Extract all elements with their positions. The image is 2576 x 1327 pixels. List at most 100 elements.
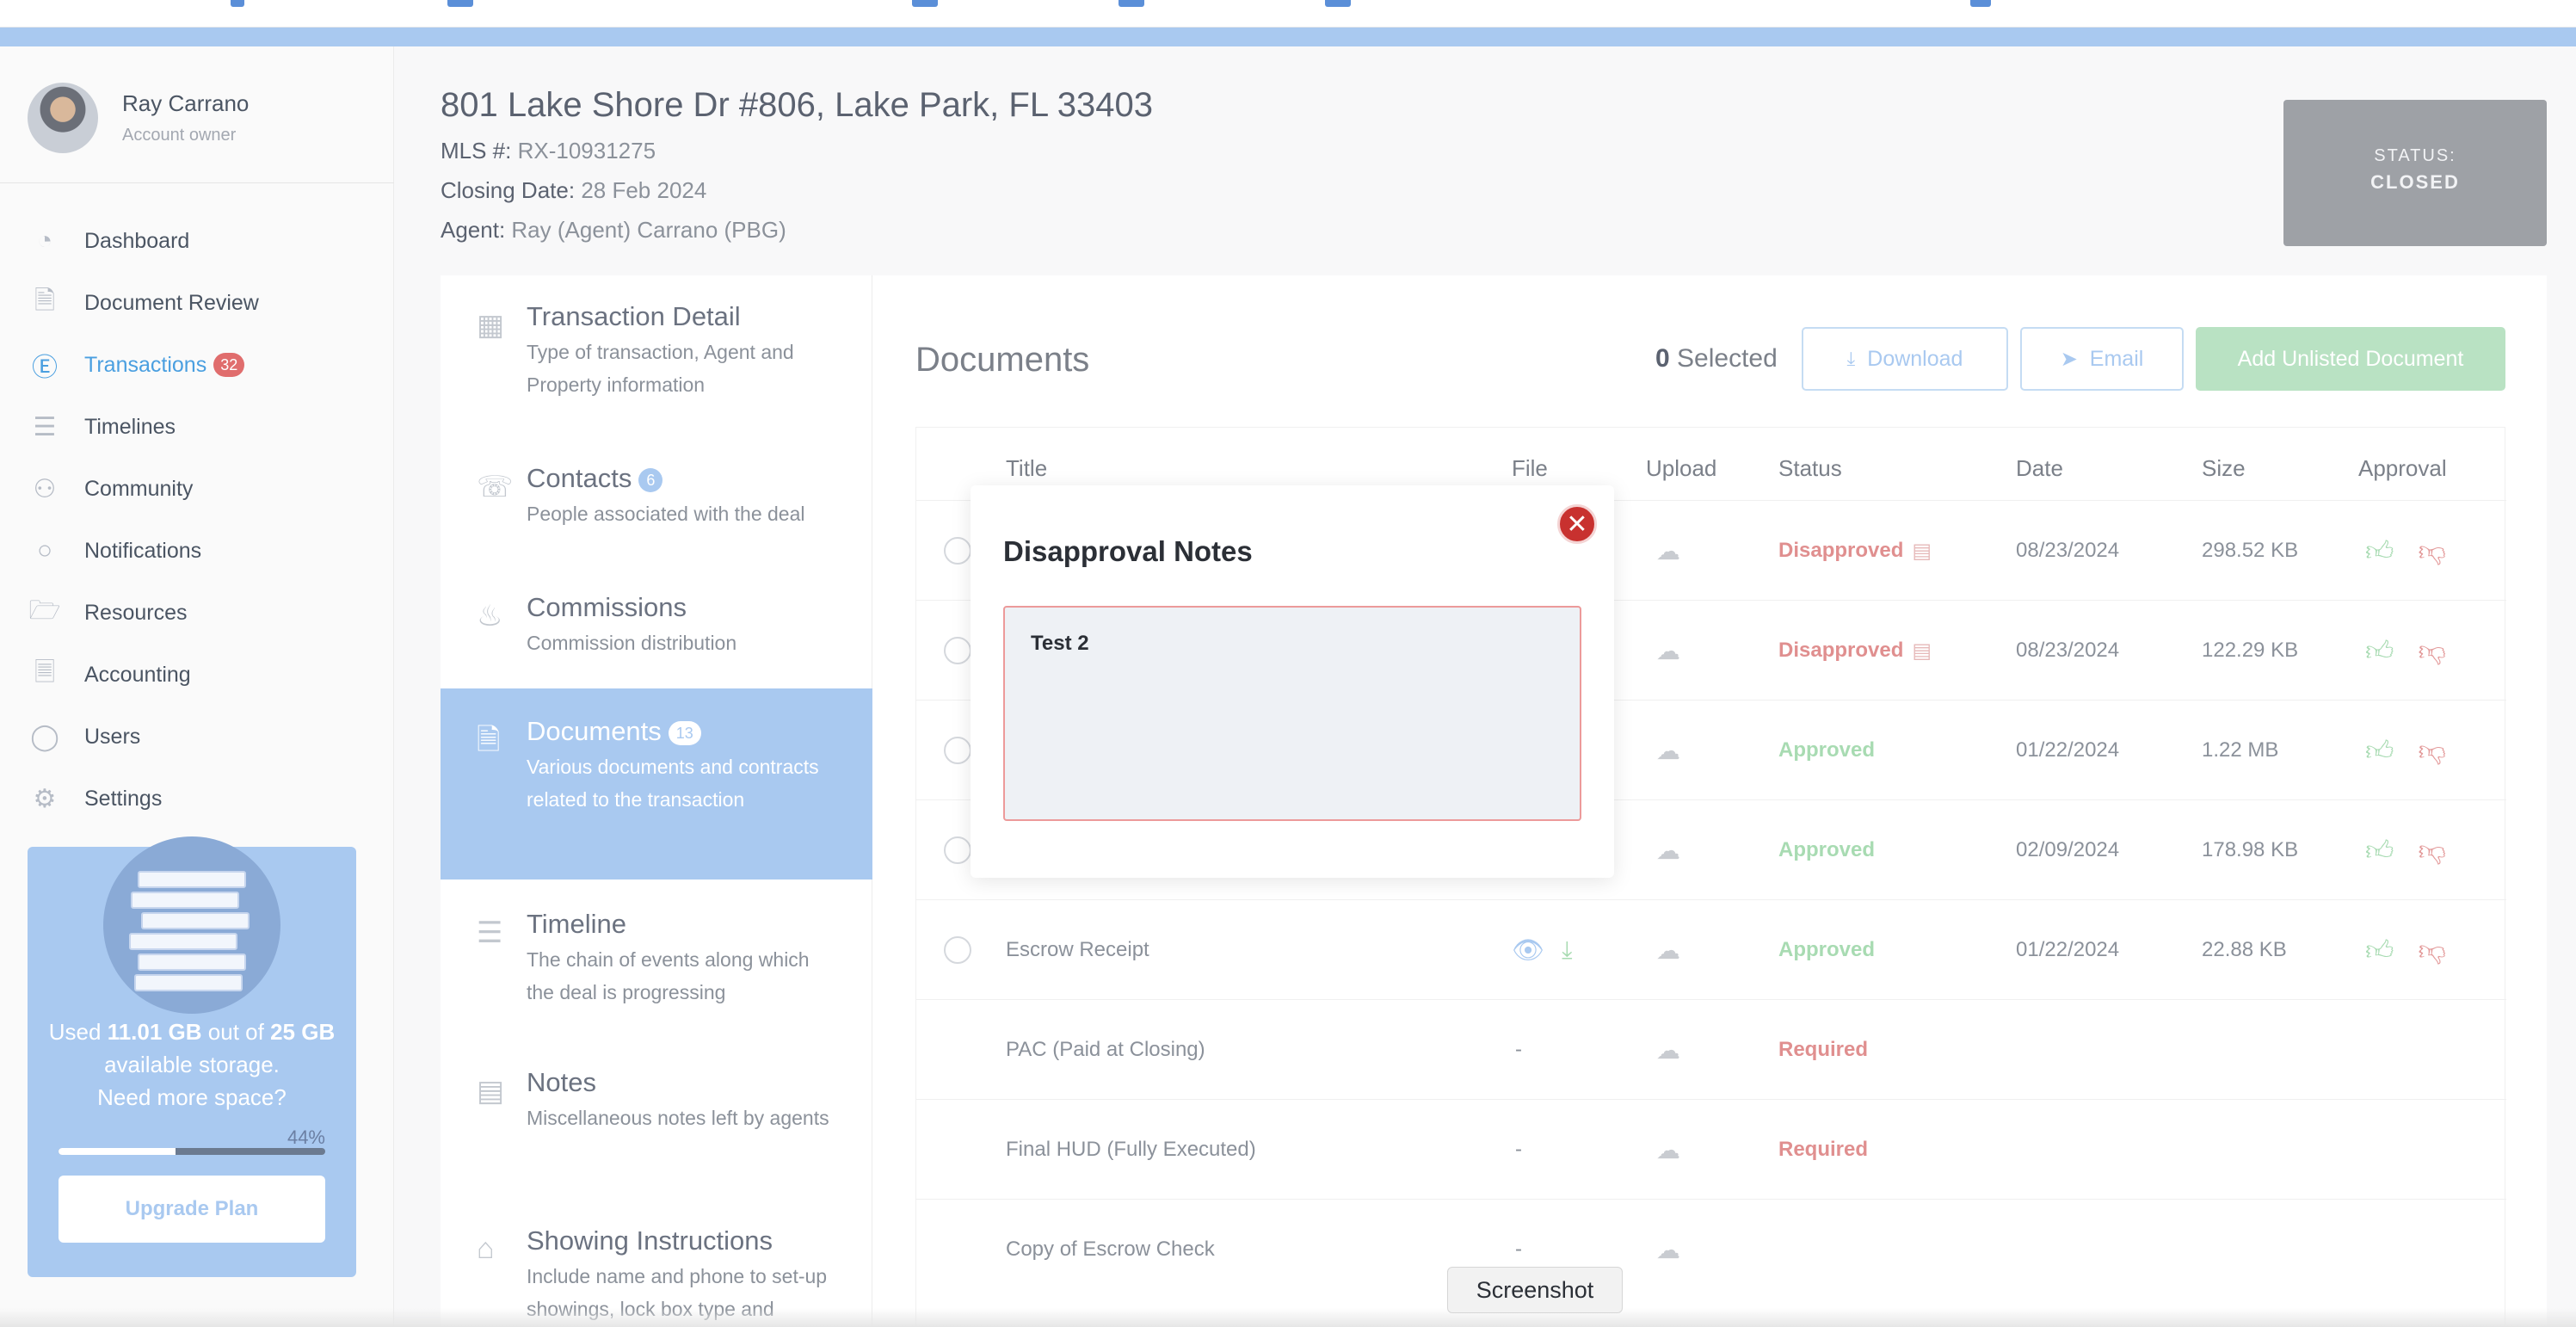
thumbs-up-icon[interactable]: 👍︎ bbox=[2365, 934, 2394, 967]
storage-percent: 44% bbox=[287, 1126, 325, 1148]
documents-stack-illustration bbox=[103, 836, 280, 1014]
row-select-radio[interactable] bbox=[944, 737, 971, 764]
user-profile[interactable]: Ray Carrano Account owner bbox=[28, 83, 249, 153]
storage-progress-fill bbox=[59, 1148, 176, 1155]
sidebar-item-community[interactable]: ⚇ Community bbox=[28, 458, 259, 520]
document-title: PAC (Paid at Closing) bbox=[1006, 1038, 1205, 1061]
document-size: 122.29 KB bbox=[2202, 639, 2299, 662]
subnav-notes[interactable]: ▤ Notes Miscellaneous notes left by agen… bbox=[441, 1067, 872, 1196]
upload-cloud-icon[interactable]: ☁ bbox=[1656, 936, 1680, 965]
thumbs-up-icon[interactable]: 👍︎ bbox=[2365, 834, 2394, 867]
row-select-radio[interactable] bbox=[944, 637, 971, 664]
note-icon[interactable]: ▤ bbox=[1912, 539, 1932, 564]
sidebar-item-users[interactable]: ◯ Users bbox=[28, 706, 259, 768]
sidebar-item-notifications[interactable]: ○ Notifications bbox=[28, 520, 259, 582]
thumbs-up-icon[interactable]: 👍︎ bbox=[2365, 634, 2394, 668]
sidebar-item-label: Document Review bbox=[84, 290, 259, 315]
column-header-size[interactable]: Size bbox=[2202, 455, 2246, 482]
close-icon[interactable]: ✕ bbox=[1557, 504, 1597, 544]
sidebar-item-label: Accounting bbox=[84, 662, 191, 687]
tab-fragment bbox=[231, 0, 244, 7]
table-row: PAC (Paid at Closing) - ☁ Required bbox=[916, 999, 2506, 1099]
sidebar-item-settings[interactable]: ⚙ Settings bbox=[28, 768, 259, 830]
upload-cloud-icon[interactable]: ☁ bbox=[1656, 836, 1680, 865]
table-row: Final HUD (Fully Executed) - ☁ Required bbox=[916, 1099, 2506, 1199]
gauge-icon: ◔ bbox=[36, 226, 53, 255]
thumbs-up-icon[interactable]: 👍︎ bbox=[2365, 734, 2394, 768]
upload-cloud-icon[interactable]: ☁ bbox=[1656, 1236, 1680, 1264]
subnav-contacts[interactable]: ☏ Contacts 6 People associated with the d… bbox=[441, 463, 872, 566]
hand-coin-icon: ♨ bbox=[477, 600, 503, 633]
row-select-radio[interactable] bbox=[944, 936, 971, 964]
column-header-date[interactable]: Date bbox=[2016, 455, 2063, 482]
subnav-timeline[interactable]: ☰ Timeline The chain of events along whi… bbox=[441, 909, 872, 1038]
sidebar-item-label: Resources bbox=[84, 600, 188, 625]
documents-count-badge: 13 bbox=[668, 720, 701, 745]
tab-fragment bbox=[447, 0, 473, 7]
status-text: Disapproved bbox=[1778, 539, 1904, 562]
document-size: 178.98 KB bbox=[2202, 838, 2299, 861]
browser-top-strip bbox=[0, 0, 2576, 28]
community-icon: ⚇ bbox=[33, 474, 57, 503]
sidebar: Ray Carrano Account owner ◔ Dashboard 🗎 … bbox=[0, 46, 394, 1327]
user-icon: ◯ bbox=[30, 722, 59, 751]
building-icon: ▦ bbox=[477, 309, 505, 342]
avatar[interactable] bbox=[28, 83, 98, 153]
sidebar-item-label: Notifications bbox=[84, 538, 202, 563]
document-date: 01/22/2024 bbox=[2016, 738, 2120, 762]
sidebar-item-transactions[interactable]: Ⓔ Transactions 32 bbox=[28, 334, 259, 396]
house-icon: ⌂ bbox=[477, 1232, 495, 1265]
selected-count: 0 Selected bbox=[1655, 344, 1778, 373]
document-title[interactable]: Escrow Receipt bbox=[1006, 900, 1149, 1000]
thumbs-up-icon[interactable]: 👍︎ bbox=[2365, 534, 2394, 568]
sidebar-item-accounting[interactable]: 🗏 Accounting bbox=[28, 644, 259, 706]
column-header-upload[interactable]: Upload bbox=[1646, 455, 1716, 482]
accounting-icon: 🗏 bbox=[34, 657, 56, 687]
status-text: Disapproved bbox=[1778, 639, 1904, 662]
subnav-commissions[interactable]: ♨ Commissions Commission distribution bbox=[441, 592, 872, 687]
upload-cloud-icon[interactable]: ☁ bbox=[1656, 737, 1680, 765]
sidebar-nav: ◔ Dashboard 🗎 Document Review Ⓔ Transact… bbox=[28, 210, 259, 830]
sidebar-item-document-review[interactable]: 🗎 Document Review bbox=[28, 272, 259, 334]
add-unlisted-document-button[interactable]: Add Unlisted Document bbox=[2196, 327, 2505, 391]
chat-bubble-icon: ○ bbox=[36, 536, 53, 565]
upload-cloud-icon[interactable]: ☁ bbox=[1656, 1136, 1680, 1164]
sidebar-item-label: Community bbox=[84, 476, 194, 501]
row-select-radio[interactable] bbox=[944, 537, 971, 565]
sidebar-item-timelines[interactable]: ☰ Timelines bbox=[28, 396, 259, 458]
thumbs-down-icon[interactable]: 👎︎ bbox=[2418, 534, 2445, 568]
thumbs-down-icon[interactable]: 👎︎ bbox=[2418, 634, 2445, 668]
document-size: 1.22 MB bbox=[2202, 738, 2279, 762]
download-icon[interactable]: ⤓ bbox=[1562, 936, 1572, 965]
upload-cloud-icon[interactable]: ☁ bbox=[1656, 1036, 1680, 1065]
column-header-title[interactable]: Title bbox=[1006, 455, 1047, 482]
row-select-radio[interactable] bbox=[944, 836, 971, 864]
upload-cloud-icon[interactable]: ☁ bbox=[1656, 537, 1680, 565]
sidebar-item-resources[interactable]: 🗁 Resources bbox=[28, 582, 259, 644]
status-text: Approved bbox=[1778, 938, 1876, 961]
upload-cloud-icon[interactable]: ☁ bbox=[1656, 637, 1680, 665]
sidebar-item-dashboard[interactable]: ◔ Dashboard bbox=[28, 210, 259, 272]
sidebar-item-label: Settings bbox=[84, 786, 163, 811]
download-button[interactable]: ⤓ Download bbox=[1802, 327, 2008, 391]
thumbs-down-icon[interactable]: 👎︎ bbox=[2418, 834, 2445, 867]
subnav-documents[interactable]: 🗎 Documents 13 Various documents and cont… bbox=[441, 688, 872, 880]
note-icon[interactable]: ▤ bbox=[1912, 639, 1932, 664]
property-address: 801 Lake Shore Dr #806, Lake Park, FL 33… bbox=[441, 86, 1153, 124]
status-text: Approved bbox=[1778, 838, 1876, 861]
modal-title: Disapproval Notes bbox=[1003, 535, 1253, 567]
subnav-transaction-detail[interactable]: ▦ Transaction Detail Type of transaction… bbox=[441, 301, 872, 430]
email-button[interactable]: ➤ Email bbox=[2020, 327, 2184, 391]
thumbs-down-icon[interactable]: 👎︎ bbox=[2418, 934, 2445, 967]
thumbs-down-icon[interactable]: 👎︎ bbox=[2418, 734, 2445, 768]
column-header-file[interactable]: File bbox=[1512, 455, 1548, 482]
timeline-icon: ☰ bbox=[477, 917, 503, 949]
note-icon: ▤ bbox=[477, 1075, 505, 1108]
status-text: Approved bbox=[1778, 738, 1876, 762]
column-header-approval[interactable]: Approval bbox=[2358, 455, 2447, 482]
column-header-status[interactable]: Status bbox=[1778, 455, 1842, 482]
send-icon: ➤ bbox=[2060, 347, 2078, 371]
upgrade-plan-button[interactable]: Upgrade Plan bbox=[59, 1176, 325, 1243]
disapproval-note-text[interactable]: Test 2 bbox=[1003, 606, 1581, 821]
view-eye-icon[interactable]: 👁︎ bbox=[1512, 935, 1544, 966]
